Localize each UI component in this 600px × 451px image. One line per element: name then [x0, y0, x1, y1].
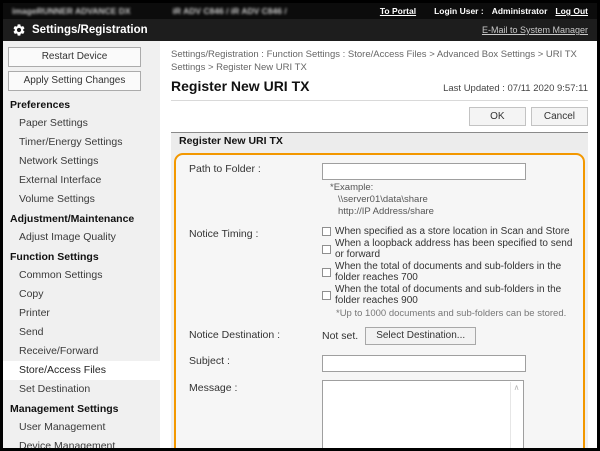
textarea-scrollbar[interactable]: ∧ ∨	[510, 382, 522, 448]
sidebar-item-timer-energy-settings[interactable]: Timer/Energy Settings	[3, 133, 160, 152]
subject-input[interactable]	[322, 355, 526, 372]
notice-timing-label: Notice Timing :	[189, 226, 322, 319]
notice-destination-value: Not set.	[322, 330, 358, 342]
example-http-path: http://IP Address/share	[338, 206, 575, 218]
message-textarea[interactable]: ∧ ∨	[322, 380, 524, 448]
sidebar-item-common-settings[interactable]: Common Settings	[3, 266, 160, 285]
checkbox-loopback-address-label: When a loopback address has been specifi…	[335, 238, 575, 260]
page-title: Register New URI TX	[171, 78, 309, 94]
login-user-name: Administrator	[492, 6, 548, 16]
settings-sidebar: Restart Device Apply Setting Changes Pre…	[3, 41, 160, 448]
to-portal-link[interactable]: To Portal	[380, 6, 416, 16]
sidebar-item-external-interface[interactable]: External Interface	[3, 171, 160, 190]
email-system-manager-link[interactable]: E-Mail to System Manager	[482, 25, 588, 35]
restart-device-button[interactable]: Restart Device	[8, 47, 141, 67]
device-info-bar: imageRUNNER ADVANCE DX iR ADV C846 / iR …	[3, 3, 597, 19]
select-destination-button[interactable]: Select Destination...	[365, 327, 476, 345]
checkbox-reaches-700-label: When the total of documents and sub-fold…	[335, 261, 575, 283]
checkbox-loopback-address[interactable]	[322, 245, 331, 254]
gear-icon	[12, 23, 26, 37]
ok-button[interactable]: OK	[469, 107, 526, 126]
sidebar-item-paper-settings[interactable]: Paper Settings	[3, 114, 160, 133]
sidebar-item-volume-settings[interactable]: Volume Settings	[3, 190, 160, 209]
notice-timing-note: *Up to 1000 documents and sub-folders ca…	[336, 308, 575, 319]
browser-page: imageRUNNER ADVANCE DX iR ADV C846 / iR …	[0, 0, 600, 451]
path-to-folder-input[interactable]	[322, 163, 526, 180]
breadcrumb: Settings/Registration : Function Setting…	[171, 48, 588, 75]
sidebar-section-function-settings: Function Settings	[3, 247, 160, 266]
apply-setting-changes-button[interactable]: Apply Setting Changes	[8, 71, 141, 91]
login-user-label: Login User :	[434, 6, 484, 16]
main-content: Settings/Registration : Function Setting…	[160, 41, 597, 448]
example-smb-path: \\server01\data\share	[338, 194, 575, 206]
sidebar-item-adjust-image-quality[interactable]: Adjust Image Quality	[3, 228, 160, 247]
message-label: Message :	[189, 380, 322, 448]
sidebar-item-copy[interactable]: Copy	[3, 285, 160, 304]
sidebar-section-management-settings: Management Settings	[3, 399, 160, 418]
sidebar-item-store-access-files[interactable]: Store/Access Files	[3, 361, 160, 380]
path-to-folder-label: Path to Folder :	[189, 161, 322, 218]
last-updated-text: Last Updated : 07/11 2020 9:57:11	[443, 83, 588, 94]
sidebar-section-preferences: Preferences	[3, 95, 160, 114]
section-title-bar: Register New URI TX	[171, 132, 588, 150]
app-title: Settings/Registration	[32, 24, 148, 36]
checkbox-store-location[interactable]	[322, 227, 331, 236]
sidebar-item-receive-forward[interactable]: Receive/Forward	[3, 342, 160, 361]
device-model: iR ADV C846 / iR ADV C846 /	[173, 6, 287, 16]
subject-label: Subject :	[189, 353, 322, 372]
scroll-up-icon[interactable]: ∧	[514, 384, 520, 392]
sidebar-item-device-management[interactable]: Device Management	[3, 437, 160, 448]
app-header-bar: Settings/Registration E-Mail to System M…	[3, 19, 597, 41]
sidebar-item-network-settings[interactable]: Network Settings	[3, 152, 160, 171]
checkbox-reaches-900[interactable]	[322, 291, 331, 300]
sidebar-item-set-destination[interactable]: Set Destination	[3, 380, 160, 399]
notice-destination-label: Notice Destination :	[189, 327, 322, 345]
example-heading: *Example:	[330, 182, 575, 194]
cancel-button[interactable]: Cancel	[531, 107, 588, 126]
sidebar-item-send[interactable]: Send	[3, 323, 160, 342]
device-name: imageRUNNER ADVANCE DX	[12, 6, 131, 16]
sidebar-item-printer[interactable]: Printer	[3, 304, 160, 323]
checkbox-reaches-700[interactable]	[322, 268, 331, 277]
path-example: *Example: \\server01\data\share http://I…	[322, 182, 575, 218]
sidebar-section-adjustment-maintenance: Adjustment/Maintenance	[3, 209, 160, 228]
sidebar-item-user-management[interactable]: User Management	[3, 418, 160, 437]
form-section: Path to Folder : *Example: \\server01\da…	[171, 150, 588, 448]
checkbox-store-location-label: When specified as a store location in Sc…	[335, 226, 570, 237]
register-uri-tx-form: Path to Folder : *Example: \\server01\da…	[174, 153, 585, 448]
log-out-link[interactable]: Log Out	[555, 6, 588, 16]
checkbox-reaches-900-label: When the total of documents and sub-fold…	[335, 284, 575, 306]
